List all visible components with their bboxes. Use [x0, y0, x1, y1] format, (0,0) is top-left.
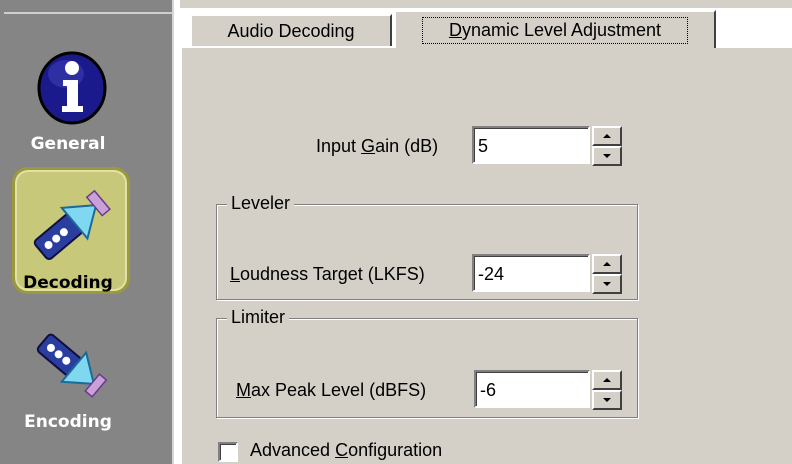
- decoding-icon: [33, 189, 111, 260]
- tab-focus-rect: Dynamic Level Adjustment: [421, 16, 689, 44]
- loudness-target-field[interactable]: -24: [472, 254, 590, 292]
- sidebar-divider: [4, 12, 172, 14]
- advanced-configuration-label[interactable]: Advanced Configuration: [250, 440, 442, 461]
- spin-down-button[interactable]: [592, 274, 622, 294]
- arrow-down-icon: [603, 282, 611, 286]
- label-part: oudness Target (LKFS): [240, 264, 425, 284]
- top-band: [180, 0, 792, 8]
- label-part: Input: [316, 136, 362, 156]
- max-peak-level-spinner[interactable]: [592, 370, 622, 410]
- advanced-configuration-checkbox[interactable]: [218, 442, 238, 462]
- sidebar-item-general[interactable]: General: [0, 40, 172, 160]
- sidebar-item-encoding[interactable]: Encoding: [0, 330, 172, 450]
- max-peak-level-field[interactable]: -6: [474, 370, 590, 408]
- loudness-target-spinner[interactable]: [592, 254, 622, 294]
- label-accel: G: [361, 136, 376, 156]
- label-accel: M: [236, 380, 251, 400]
- sidebar-item-label: Decoding: [23, 273, 113, 293]
- sidebar-item-label: Encoding: [24, 412, 112, 432]
- tab-label: Audio Decoding: [227, 20, 355, 41]
- arrow-down-icon: [603, 398, 611, 402]
- tab-audio-decoding[interactable]: Audio Decoding: [190, 14, 392, 46]
- sidebar-item-label: General: [30, 134, 106, 154]
- input-gain-field[interactable]: 5: [472, 126, 590, 164]
- sidebar: General Decoding Encoding: [0, 0, 174, 464]
- label-part: ain (dB): [375, 136, 439, 156]
- tab-panel: Input Gain (dB) 5 Leveler Loudness Targe…: [180, 46, 792, 464]
- group-title: Limiter: [227, 307, 290, 328]
- info-icon: [37, 51, 107, 125]
- input-gain-label: Input Gain (dB): [316, 136, 438, 157]
- tab-dynamic-level-adjustment[interactable]: Dynamic Level Adjustment: [394, 10, 716, 48]
- encoding-icon: [36, 333, 108, 398]
- spin-up-button[interactable]: [592, 370, 622, 390]
- loudness-target-label: Loudness Target (LKFS): [230, 264, 425, 285]
- spin-down-button[interactable]: [592, 390, 622, 410]
- arrow-up-icon: [603, 378, 611, 382]
- tab-label: ynamic Level Adjustment: [461, 19, 662, 40]
- arrow-up-icon: [603, 262, 611, 266]
- sidebar-item-decoding[interactable]: Decoding: [0, 165, 172, 300]
- spin-up-button[interactable]: [592, 126, 622, 146]
- arrow-down-icon: [603, 154, 611, 158]
- max-peak-level-label: Max Peak Level (dBFS): [236, 380, 426, 401]
- label-part: ax Peak Level (dBFS): [251, 380, 427, 400]
- label-accel: C: [335, 440, 349, 460]
- input-gain-spinner[interactable]: [592, 126, 622, 166]
- group-title: Leveler: [227, 193, 295, 214]
- label-part: Advanced: [250, 440, 336, 460]
- label-accel: L: [230, 264, 241, 284]
- spin-up-button[interactable]: [592, 254, 622, 274]
- spin-down-button[interactable]: [592, 146, 622, 166]
- label-part: onfiguration: [348, 440, 443, 460]
- arrow-up-icon: [603, 134, 611, 138]
- tab-label-accel: D: [448, 19, 462, 40]
